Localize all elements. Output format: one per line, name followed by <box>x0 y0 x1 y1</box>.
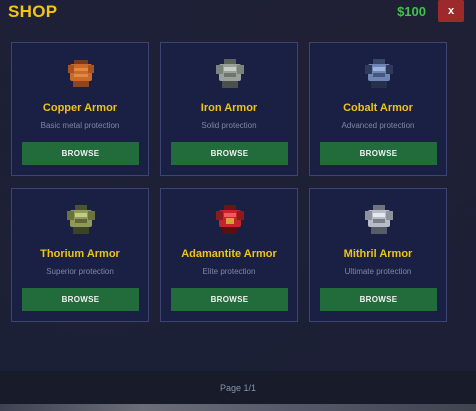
thorium-armor-icon <box>67 205 95 234</box>
adamantite-armor-icon <box>216 205 244 234</box>
item-name: Copper Armor <box>42 102 118 114</box>
item-name: Thorium Armor <box>40 248 120 260</box>
browse-button[interactable]: BROWSE <box>320 142 437 165</box>
item-description: Solid protection <box>201 121 257 130</box>
mithril-armor-icon <box>365 205 393 234</box>
copper-armor-icon <box>68 60 94 87</box>
shop-item-card: Iron Armor Solid protection BROWSE <box>160 42 298 176</box>
shop-item-card: Copper Armor Basic metal protection BROW… <box>11 42 149 176</box>
item-description: Basic metal protection <box>40 121 120 130</box>
cobalt-armor-icon <box>365 59 393 88</box>
browse-button[interactable]: BROWSE <box>171 142 288 165</box>
shop-footer: Page 1/1 <box>0 371 476 404</box>
shop-item-card: Cobalt Armor Advanced protection BROWSE <box>309 42 447 176</box>
money-balance: $100 <box>397 4 426 19</box>
item-description: Ultimate protection <box>344 267 412 276</box>
shop-header: SHOP $100 x <box>0 0 476 24</box>
item-description: Advanced protection <box>341 121 415 130</box>
browse-button[interactable]: BROWSE <box>320 288 437 311</box>
browse-button[interactable]: BROWSE <box>171 288 288 311</box>
item-description: Superior protection <box>46 267 114 276</box>
browse-button[interactable]: BROWSE <box>22 288 139 311</box>
shop-title: SHOP <box>8 2 58 21</box>
item-name: Mithril Armor <box>343 248 413 260</box>
item-name: Cobalt Armor <box>343 102 413 114</box>
shop-item-card: Thorium Armor Superior protection BROWSE <box>11 188 149 322</box>
item-name: Adamantite Armor <box>181 248 277 260</box>
close-button[interactable]: x <box>438 0 464 22</box>
item-name: Iron Armor <box>200 102 258 114</box>
page-indicator: Page 1/1 <box>219 383 257 393</box>
iron-armor-icon <box>216 59 244 88</box>
shop-item-card: Mithril Armor Ultimate protection BROWSE <box>309 188 447 322</box>
browse-button[interactable]: BROWSE <box>22 142 139 165</box>
game-world-strip <box>0 404 476 411</box>
item-grid: Copper Armor Basic metal protection BROW… <box>11 42 447 322</box>
shop-item-card: Adamantite Armor Elite protection BROWSE <box>160 188 298 322</box>
item-description: Elite protection <box>202 267 256 276</box>
shop-window: SHOP $100 x Copper Armor Basic metal pro… <box>0 0 476 404</box>
